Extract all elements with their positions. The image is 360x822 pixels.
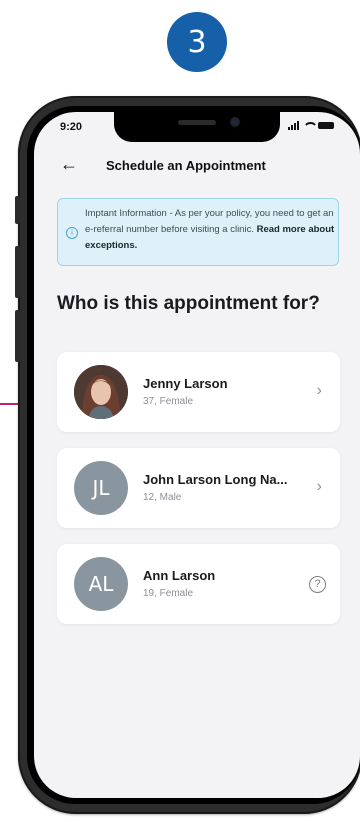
help-icon[interactable]: ?: [309, 576, 326, 593]
phone-screen: 9:20 ← Schedule an Appointment i Imptant…: [34, 112, 360, 798]
app-header: ← Schedule an Appointment: [34, 152, 360, 182]
avatar: JL: [74, 461, 128, 515]
info-icon: i: [66, 227, 78, 239]
person-meta: 12, Male: [143, 492, 182, 503]
step-number-badge: 3: [167, 12, 227, 72]
person-card-john[interactable]: JL John Larson Long Na... 12, Male ›: [57, 448, 340, 528]
page-title: Schedule an Appointment: [106, 158, 266, 173]
notch: [114, 112, 280, 142]
person-meta: 37, Female: [143, 396, 194, 407]
signal-icon: [288, 121, 299, 130]
phone-volume-up-button: [15, 246, 20, 298]
person-name: Jenny Larson: [143, 376, 228, 391]
wifi-icon: [303, 121, 318, 130]
camera-icon: [230, 117, 240, 127]
status-time: 9:20: [60, 121, 83, 133]
person-name: Ann Larson: [143, 568, 216, 583]
person-meta: 19, Female: [143, 588, 194, 599]
chevron-right-icon: ›: [316, 382, 322, 399]
status-icons: [288, 121, 334, 130]
info-banner: i Imptant Information - As per your poli…: [57, 198, 339, 266]
avatar: [74, 365, 128, 419]
person-card-jenny[interactable]: Jenny Larson 37, Female ›: [57, 352, 340, 432]
back-arrow-icon[interactable]: ←: [60, 154, 78, 175]
question-heading: Who is this appointment for?: [57, 293, 320, 314]
avatar: AL: [74, 557, 128, 611]
phone-side-button: [15, 196, 20, 224]
speaker-icon: [178, 120, 216, 125]
battery-icon: [318, 122, 334, 129]
person-card-ann[interactable]: AL Ann Larson 19, Female ?: [57, 544, 340, 624]
phone-volume-down-button: [15, 310, 20, 362]
chevron-right-icon: ›: [316, 478, 322, 495]
person-name: John Larson Long Na...: [143, 472, 288, 487]
info-text: Imptant Information - As per your policy…: [85, 206, 337, 254]
